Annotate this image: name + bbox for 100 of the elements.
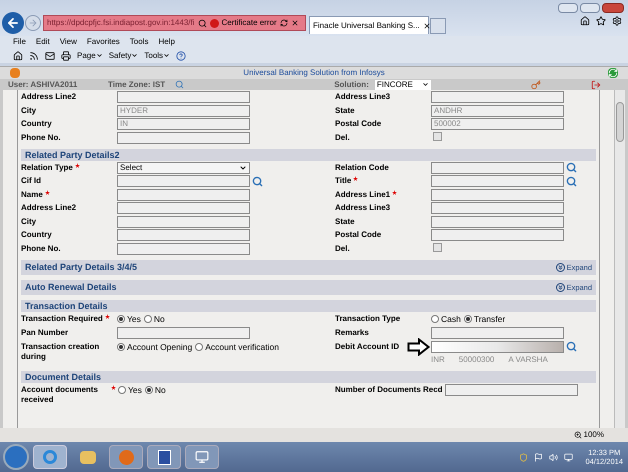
text-field[interactable] — [117, 242, 250, 254]
address-bar[interactable]: https://dpdcpfjc.fsi.indiapost.gov.in:1443/fi Certificate error — [43, 15, 306, 31]
field-label: Debit Account ID — [335, 342, 400, 352]
field-label: Address Line3 — [335, 203, 390, 213]
star-icon[interactable] — [596, 16, 606, 26]
close-button[interactable] — [602, 3, 624, 13]
solution-dropdown[interactable]: FINCORE — [374, 80, 431, 90]
key-icon[interactable] — [530, 80, 541, 90]
flag-icon[interactable] — [534, 452, 544, 462]
scrollbar[interactable] — [614, 90, 625, 428]
field-label: Transaction Type — [335, 314, 400, 324]
select-dropdown[interactable]: Select — [117, 162, 250, 174]
home-icon[interactable] — [580, 16, 590, 26]
zoom-icon[interactable] — [574, 431, 582, 439]
radio-option[interactable]: Account verification — [195, 340, 279, 354]
radio-option[interactable]: Account Opening — [117, 340, 192, 354]
text-field[interactable] — [431, 229, 564, 241]
text-field[interactable] — [431, 202, 564, 214]
document-taskbar-icon[interactable] — [147, 445, 181, 469]
toolbar-menu[interactable]: Tools — [144, 50, 170, 62]
text-field[interactable] — [117, 175, 250, 187]
double-chevron-icon — [556, 262, 565, 272]
radio-option[interactable]: Yes — [117, 313, 141, 326]
field-label: Number of Documents Recd — [335, 384, 443, 395]
start-button[interactable] — [3, 444, 29, 470]
double-chevron-icon — [556, 282, 565, 292]
speaker-icon[interactable] — [549, 452, 558, 462]
field-label: Address Line2 — [21, 203, 76, 213]
search-icon[interactable] — [566, 176, 577, 186]
caret-icon — [96, 52, 103, 59]
app-title: Universal Banking Solution from Infosys — [242, 67, 386, 79]
search-icon[interactable] — [175, 80, 184, 89]
text-field[interactable] — [444, 384, 578, 396]
monitor-icon — [195, 450, 209, 464]
field-label: Name — [21, 190, 43, 200]
text-field[interactable] — [431, 91, 564, 103]
field-label: Transaction creation during — [21, 342, 100, 362]
radio-option[interactable]: Transfer — [464, 313, 506, 326]
field-label: City — [21, 106, 36, 116]
certificate-error-text[interactable]: Certificate error — [222, 17, 277, 29]
radio-option[interactable]: No — [144, 384, 166, 396]
close-icon[interactable] — [290, 19, 299, 27]
section-header: Related Party Details2 — [21, 148, 596, 160]
menu-item[interactable]: View — [60, 36, 77, 48]
text-field[interactable] — [117, 229, 250, 241]
text-field[interactable] — [431, 327, 564, 340]
radio-option[interactable]: No — [144, 313, 165, 326]
network-icon[interactable] — [564, 452, 574, 462]
field-label: Relation Code — [335, 162, 389, 172]
user-label: User: ASHIVA2011 — [8, 78, 78, 90]
radio-option[interactable]: Yes — [118, 384, 142, 396]
browser-tab[interactable]: Finacle Universal Banking S... — [309, 16, 429, 34]
home-icon[interactable] — [13, 50, 23, 60]
forward-button[interactable] — [25, 15, 41, 31]
text-field[interactable] — [117, 188, 250, 200]
section-header: Transaction Details — [21, 300, 596, 312]
text-field[interactable] — [431, 188, 564, 200]
text-field[interactable] — [117, 91, 250, 103]
radio-option[interactable]: Cash — [431, 313, 461, 326]
toolbar-menu[interactable]: Page — [77, 50, 103, 62]
zoom-level[interactable]: 100% — [584, 429, 604, 441]
caret-icon — [239, 164, 247, 172]
print-icon[interactable] — [61, 50, 71, 60]
help-icon[interactable] — [176, 50, 186, 60]
refresh-icon[interactable] — [280, 19, 288, 27]
field-label: Postal Code — [335, 119, 382, 129]
menu-item[interactable]: Tools — [130, 36, 148, 48]
arrow-drawing — [407, 338, 430, 356]
text-field[interactable] — [117, 202, 250, 214]
field-label: Title — [335, 176, 352, 186]
shield-icon[interactable] — [519, 452, 528, 462]
field-label: Del. — [335, 244, 350, 254]
refresh-icon[interactable] — [608, 68, 618, 78]
search-icon[interactable] — [566, 341, 577, 352]
toolbar-menu[interactable]: Safety — [108, 50, 138, 62]
search-icon[interactable] — [198, 18, 206, 28]
mail-icon[interactable] — [45, 50, 55, 60]
text-field[interactable] — [117, 216, 250, 228]
caret-icon — [163, 52, 170, 59]
text-field[interactable] — [431, 216, 564, 228]
logout-icon[interactable] — [590, 80, 601, 90]
text-field[interactable] — [117, 327, 250, 340]
field-label: State — [335, 216, 355, 226]
settings-icon[interactable] — [612, 16, 622, 26]
back-button[interactable] — [2, 12, 24, 34]
solution-label: Solution: — [334, 78, 369, 90]
search-icon[interactable] — [252, 176, 263, 186]
checkbox[interactable] — [433, 242, 442, 252]
menu-item[interactable]: File — [13, 36, 26, 48]
text-field[interactable] — [431, 162, 564, 174]
menu-item[interactable]: Help — [158, 36, 175, 48]
text-field[interactable] — [431, 175, 564, 187]
section-header: Document Details — [21, 370, 596, 383]
menu-item[interactable]: Edit — [36, 36, 50, 48]
text-field[interactable] — [117, 132, 250, 144]
close-icon[interactable] — [422, 22, 431, 30]
checkbox[interactable] — [433, 132, 442, 140]
masked-account-field[interactable] — [431, 340, 564, 353]
menu-item[interactable]: Favorites — [86, 36, 120, 48]
search-icon[interactable] — [566, 162, 577, 173]
